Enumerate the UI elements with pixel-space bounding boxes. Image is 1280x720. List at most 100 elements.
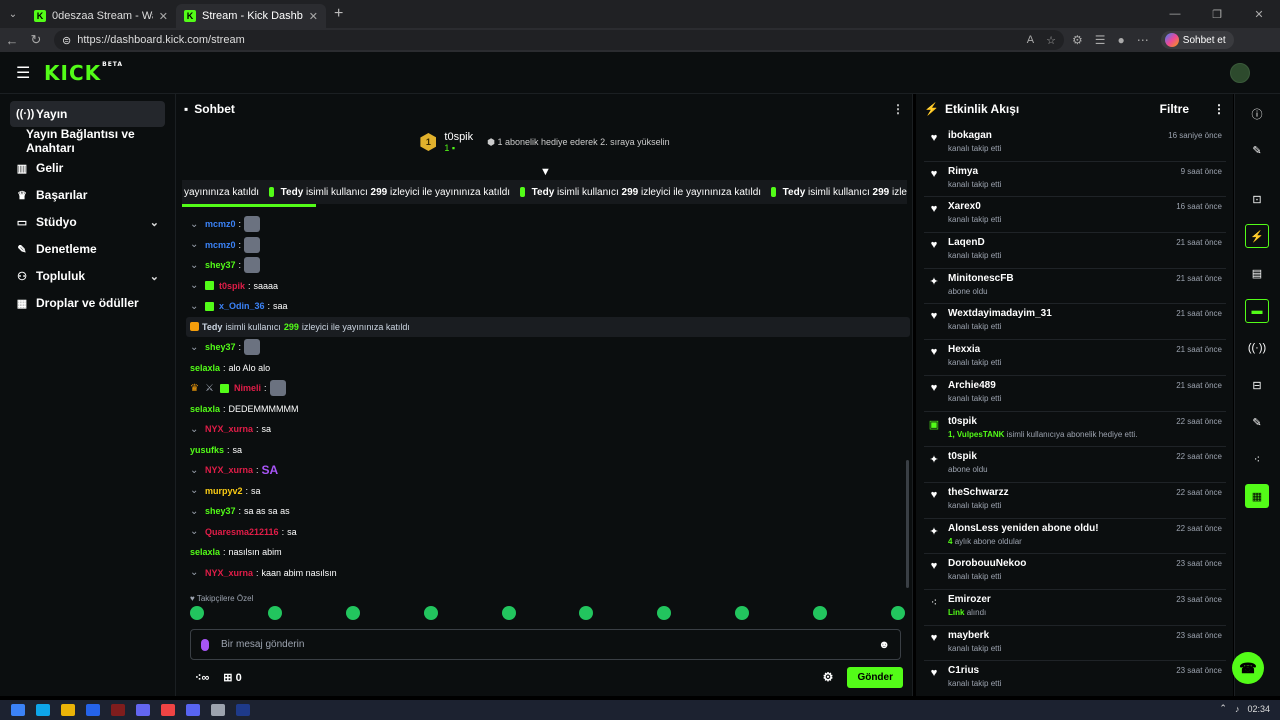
- tray-arrow-icon[interactable]: ⌃: [1219, 703, 1227, 714]
- chat-scrollbar[interactable]: [906, 460, 909, 588]
- chat-username[interactable]: shey37: [205, 342, 236, 352]
- chat-username[interactable]: t0spik: [219, 281, 245, 291]
- app-icon[interactable]: [136, 704, 150, 716]
- capture-icon[interactable]: ⊡: [1245, 187, 1269, 211]
- app-icon[interactable]: [86, 704, 100, 716]
- chat-username[interactable]: Nimeli: [234, 383, 261, 393]
- edge-icon[interactable]: [36, 704, 50, 716]
- activity-item[interactable]: ♥ LaqenD kanalı takip etti 21 saat önce: [924, 233, 1226, 269]
- activity-item[interactable]: ✦ t0spik abone oldu 22 saat önce: [924, 447, 1226, 483]
- profile-icon[interactable]: ●: [1118, 33, 1125, 47]
- tab-actions-icon[interactable]: ⌄: [0, 0, 26, 28]
- chat-username[interactable]: selaxla: [190, 363, 220, 373]
- activity-item[interactable]: ✦ AlonsLess yeniden abone oldu! 4 aylık ab…: [924, 519, 1226, 555]
- clapper-icon[interactable]: ▦: [1245, 484, 1269, 508]
- back-icon[interactable]: ←: [0, 33, 24, 48]
- more-options-icon[interactable]: ⋮: [1213, 102, 1225, 116]
- activity-item[interactable]: ♥ theSchwarzz kanalı takip etti 22 saat önc…: [924, 483, 1226, 519]
- close-tab-icon[interactable]: ✕: [159, 10, 168, 23]
- activity-item[interactable]: ♥ ibokagan kanalı takip etti 16 saniye önce: [924, 126, 1226, 162]
- sidebar-item-stream-key[interactable]: Yayın Bağlantısı ve Anahtarı: [10, 127, 175, 155]
- activity-item[interactable]: ▣ t0spik 1, VulpesTANK isimli kullanıcıya …: [924, 412, 1226, 448]
- activity-item[interactable]: ♥ DorobouuNekoo kanalı takip etti 23 saat ö…: [924, 554, 1226, 590]
- favorite-icon[interactable]: ☆: [1046, 34, 1056, 47]
- chat-username[interactable]: Quaresma212116: [205, 527, 279, 537]
- collapse-pinned-icon[interactable]: ▼: [540, 166, 551, 178]
- sidebar-item-yayin[interactable]: ((·)) Yayın: [10, 101, 165, 127]
- chat-username[interactable]: NYX_xurna: [205, 424, 253, 434]
- more-options-icon[interactable]: ⋮: [892, 102, 904, 116]
- kick-logo[interactable]: KICKBETA: [44, 61, 123, 85]
- activity-item[interactable]: ♥ Wextdayimadayim_31 kanalı takip etti 21 s…: [924, 304, 1226, 341]
- browser-tab-watch[interactable]: K 0deszaa Stream - Watch Live ✕: [26, 4, 176, 28]
- refresh-icon[interactable]: ↻: [24, 32, 48, 48]
- edit-icon[interactable]: ✎: [1245, 138, 1269, 162]
- chat-username[interactable]: murpyv2: [205, 486, 243, 496]
- chat-username[interactable]: yusufks: [190, 445, 224, 455]
- activity-item[interactable]: ♥ mayberk kanalı takip etti 23 saat önce: [924, 626, 1226, 662]
- chat-username[interactable]: shey37: [205, 260, 236, 270]
- windows-start-icon[interactable]: [11, 704, 25, 716]
- activity-item[interactable]: ♥ Xarex0 kanalı takip etti 16 saat önce: [924, 197, 1226, 234]
- activity-item[interactable]: ♥ Hexxia kanalı takip etti 21 saat önce: [924, 340, 1226, 376]
- app-icon[interactable]: [161, 704, 175, 716]
- emote-icon[interactable]: [190, 606, 204, 620]
- filter-button[interactable]: Filtre: [1160, 102, 1189, 116]
- activity-item[interactable]: ♥ Rimya kanalı takip etti 9 saat önce: [924, 162, 1226, 198]
- activity-feed-icon[interactable]: ⚡: [1245, 224, 1269, 248]
- community-icon[interactable]: ⁖: [1245, 447, 1269, 471]
- sidebar-item-gelir[interactable]: ▥ Gelir: [10, 155, 165, 181]
- help-chat-button[interactable]: ☎: [1232, 652, 1264, 684]
- broadcast-icon[interactable]: ((·)): [1245, 336, 1269, 360]
- activity-item[interactable]: ✦ MinitonescFB abone oldu 21 saat önce: [924, 269, 1226, 305]
- emoji-picker-icon[interactable]: ☻: [878, 639, 890, 651]
- emote-icon[interactable]: [345, 606, 360, 620]
- chat-input[interactable]: Bir mesaj gönderin ☻: [190, 629, 901, 660]
- sidebar-item-droplar[interactable]: ▦ Droplar ve ödüller: [10, 290, 165, 316]
- url-field[interactable]: ⊜ https://dashboard.kick.com/stream A ☆: [54, 30, 1064, 50]
- layout-icon[interactable]: ⊟: [1245, 373, 1269, 397]
- close-window-icon[interactable]: ✕: [1238, 0, 1280, 28]
- emote-icon[interactable]: [501, 606, 516, 620]
- emote-icon[interactable]: [735, 606, 750, 620]
- microphone-icon[interactable]: [201, 638, 209, 651]
- pinned-leaderboard[interactable]: 1 t0spik 1 ▪ ⬢ 1 abonelik hediye ederek …: [176, 128, 914, 156]
- site-info-icon[interactable]: ⊜: [62, 34, 71, 47]
- steam-icon[interactable]: [236, 704, 250, 716]
- sidebar-item-basarilar[interactable]: ♛ Başarılar: [10, 182, 165, 208]
- favorites-icon[interactable]: ☰: [1095, 33, 1106, 47]
- maximize-icon[interactable]: ❐: [1196, 0, 1238, 28]
- browser-tab-dashboard[interactable]: K Stream - Kick Dashboard ✕: [176, 4, 326, 28]
- system-user[interactable]: Tedy: [202, 322, 222, 332]
- emote-icon[interactable]: [579, 606, 594, 620]
- chat-username[interactable]: selaxla: [190, 404, 220, 414]
- emote-icon[interactable]: [657, 606, 672, 620]
- chat-username[interactable]: mcmz0: [205, 219, 236, 229]
- avatar[interactable]: [1230, 63, 1250, 83]
- chat-settings-icon[interactable]: ⚙: [823, 670, 834, 684]
- discord-icon[interactable]: [186, 704, 200, 716]
- read-aloud-icon[interactable]: A: [1027, 34, 1034, 47]
- chat-username[interactable]: x_Odin_36: [219, 301, 265, 311]
- chat-username[interactable]: NYX_xurna: [205, 465, 253, 475]
- menu-icon[interactable]: ☰: [16, 63, 32, 83]
- chat-username[interactable]: selaxla: [190, 547, 220, 557]
- chat-username[interactable]: NYX_xurna: [205, 568, 253, 578]
- new-tab-icon[interactable]: +: [334, 5, 343, 23]
- gift-box-counter[interactable]: ⊞ 0: [223, 671, 241, 684]
- emote-icon[interactable]: [813, 606, 827, 620]
- send-button[interactable]: Gönder: [847, 666, 903, 688]
- activity-item[interactable]: ♥ Archie489 kanalı takip etti 21 saat önce: [924, 376, 1226, 412]
- chat-username[interactable]: shey37: [205, 506, 236, 516]
- chat-icon[interactable]: ▬: [1245, 299, 1269, 323]
- explorer-icon[interactable]: [61, 704, 75, 716]
- copilot-button[interactable]: Sohbet et: [1160, 31, 1234, 49]
- sidebar-item-studyo[interactable]: ▭ Stüdyo ⌄: [10, 209, 165, 235]
- emote-icon[interactable]: [890, 606, 905, 620]
- minimize-icon[interactable]: —: [1154, 0, 1196, 28]
- info-icon[interactable]: ⓘ: [1245, 102, 1269, 126]
- emote-icon[interactable]: [423, 606, 438, 620]
- clock[interactable]: 02:34: [1247, 704, 1270, 714]
- activity-item[interactable]: ⁖ Emirozer Link alındı 23 saat önce: [924, 590, 1226, 626]
- volume-icon[interactable]: ♪: [1235, 704, 1240, 714]
